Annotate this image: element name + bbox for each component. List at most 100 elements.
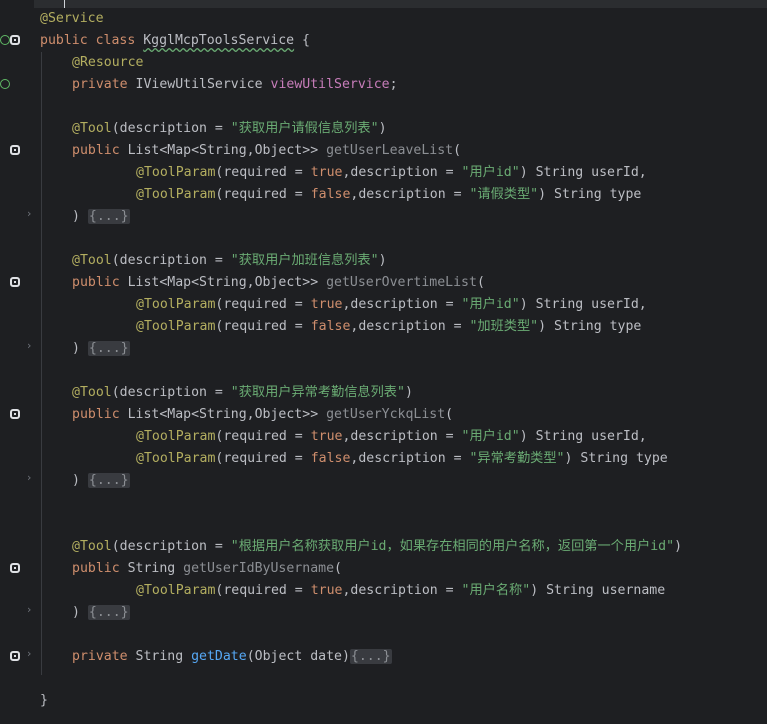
- code-line[interactable]: }: [40, 690, 767, 712]
- code-token: ,description =: [342, 297, 462, 312]
- run-gutter-icon[interactable]: [0, 35, 10, 45]
- code-line[interactable]: public List<Map<String,Object>> getUserL…: [40, 140, 767, 162]
- code-line[interactable]: ) {...}: [40, 206, 767, 228]
- code-line[interactable]: @ToolParam(required = true,description =…: [40, 162, 767, 184]
- code-token: true: [310, 297, 343, 312]
- code-token: true: [310, 165, 343, 180]
- code-token: KgglMcpToolsService: [143, 33, 295, 48]
- code-token: ,description =: [342, 165, 462, 180]
- code-token: getUserOvertimeList: [326, 275, 477, 290]
- code-token: List<Map<String,Object>>: [127, 143, 327, 158]
- code-token: {: [294, 33, 310, 48]
- code-token: public: [72, 561, 128, 576]
- code-line[interactable]: public class KgglMcpToolsService {: [40, 30, 767, 52]
- code-line[interactable]: @ToolParam(required = true,description =…: [40, 580, 767, 602]
- code-token: (description =: [111, 253, 231, 268]
- implement-gutter-icon[interactable]: [10, 409, 20, 419]
- inject-gutter-icon[interactable]: [0, 79, 10, 89]
- code-line[interactable]: @Tool(description = "获取用户异常考勤信息列表"): [40, 382, 767, 404]
- code-line[interactable]: ) {...}: [40, 338, 767, 360]
- code-token: ) String type: [538, 187, 642, 202]
- code-token: "根据用户名称获取用户id，如果存在相同的用户名称，返回第一个用户id": [230, 539, 675, 554]
- code-line[interactable]: [40, 668, 767, 690]
- text-caret: [64, 0, 65, 8]
- code-token: (required =: [215, 165, 311, 180]
- folded-code-region[interactable]: {...}: [349, 649, 392, 664]
- code-line[interactable]: @Resource: [40, 52, 767, 74]
- code-line[interactable]: [40, 624, 767, 646]
- code-line[interactable]: @Service: [40, 8, 767, 30]
- code-line[interactable]: [40, 96, 767, 118]
- code-line[interactable]: @Tool(description = "根据用户名称获取用户id，如果存在相同…: [40, 536, 767, 558]
- fold-chevron-icon[interactable]: ›: [27, 207, 31, 220]
- code-token: private: [72, 649, 136, 664]
- code-line[interactable]: @ToolParam(required = true,description =…: [40, 426, 767, 448]
- code-token: public class: [40, 33, 144, 48]
- fold-chevron-icon[interactable]: ›: [27, 471, 31, 484]
- code-token: false: [310, 451, 351, 466]
- code-token: "获取用户请假信息列表": [230, 121, 379, 136]
- code-token: (: [445, 407, 454, 422]
- code-token: ) String userId,: [519, 297, 647, 312]
- implement-gutter-icon[interactable]: [10, 651, 20, 661]
- code-token: "用户id": [461, 429, 520, 444]
- code-token: @Resource: [72, 55, 144, 70]
- code-token: (required =: [215, 319, 311, 334]
- code-token: (required =: [215, 451, 311, 466]
- code-token: }: [40, 693, 48, 708]
- code-token: getUserIdByUsername: [183, 561, 335, 576]
- folded-code-region[interactable]: {...}: [87, 473, 130, 488]
- code-area[interactable]: @Service public class KgglMcpToolsService…: [40, 8, 767, 712]
- code-line[interactable]: [40, 492, 767, 514]
- code-line[interactable]: ) {...}: [40, 602, 767, 624]
- fold-chevron-icon[interactable]: ›: [27, 647, 31, 660]
- code-line[interactable]: ) {...}: [40, 470, 767, 492]
- code-token: true: [310, 583, 343, 598]
- code-token: ) String type: [564, 451, 668, 466]
- code-line[interactable]: private IViewUtilService viewUtilService…: [40, 74, 767, 96]
- code-token: ) String type: [538, 319, 642, 334]
- code-token: ): [72, 209, 88, 224]
- code-token: "用户id": [461, 297, 520, 312]
- implement-gutter-icon[interactable]: [10, 145, 20, 155]
- code-token: ): [378, 253, 387, 268]
- implement-gutter-icon[interactable]: [10, 277, 20, 287]
- code-token: ): [404, 385, 413, 400]
- code-token: @Tool: [72, 253, 112, 268]
- code-token: (required =: [215, 429, 311, 444]
- code-line[interactable]: @ToolParam(required = true,description =…: [40, 294, 767, 316]
- fold-chevron-icon[interactable]: ›: [27, 339, 31, 352]
- implement-gutter-icon[interactable]: [10, 35, 20, 45]
- code-line[interactable]: public List<Map<String,Object>> getUserO…: [40, 272, 767, 294]
- code-token: (required =: [215, 187, 311, 202]
- code-token: "异常考勤类型": [469, 451, 565, 466]
- code-line[interactable]: @ToolParam(required = false,description …: [40, 448, 767, 470]
- code-token: getUserYckqList: [326, 407, 446, 422]
- code-token: ) String userId,: [519, 429, 647, 444]
- editor-gutter[interactable]: › › › › ›: [0, 0, 34, 724]
- code-line[interactable]: public List<Map<String,Object>> getUserY…: [40, 404, 767, 426]
- code-token: true: [310, 429, 343, 444]
- code-token: public: [72, 143, 128, 158]
- code-line[interactable]: [40, 228, 767, 250]
- code-token: IViewUtilService: [135, 77, 271, 92]
- code-line[interactable]: [40, 360, 767, 382]
- code-token: ) String username: [530, 583, 666, 598]
- code-token: @Tool: [72, 385, 112, 400]
- code-line[interactable]: @Tool(description = "获取用户请假信息列表"): [40, 118, 767, 140]
- code-token: "用户名称": [461, 583, 531, 598]
- folded-code-region[interactable]: {...}: [87, 605, 130, 620]
- code-editor[interactable]: › › › › › @Service public class KgglMcpTo…: [0, 0, 767, 724]
- code-line[interactable]: @Tool(description = "获取用户加班信息列表"): [40, 250, 767, 272]
- code-token: @ToolParam: [136, 165, 216, 180]
- code-line[interactable]: @ToolParam(required = false,description …: [40, 184, 767, 206]
- code-line[interactable]: [40, 514, 767, 536]
- code-token: List<Map<String,Object>>: [127, 275, 327, 290]
- implement-gutter-icon[interactable]: [10, 563, 20, 573]
- code-line[interactable]: private String getDate(Object date){...}: [40, 646, 767, 668]
- code-line[interactable]: @ToolParam(required = false,description …: [40, 316, 767, 338]
- code-line[interactable]: public String getUserIdByUsername(: [40, 558, 767, 580]
- fold-chevron-icon[interactable]: ›: [27, 603, 31, 616]
- folded-code-region[interactable]: {...}: [87, 209, 130, 224]
- folded-code-region[interactable]: {...}: [87, 341, 130, 356]
